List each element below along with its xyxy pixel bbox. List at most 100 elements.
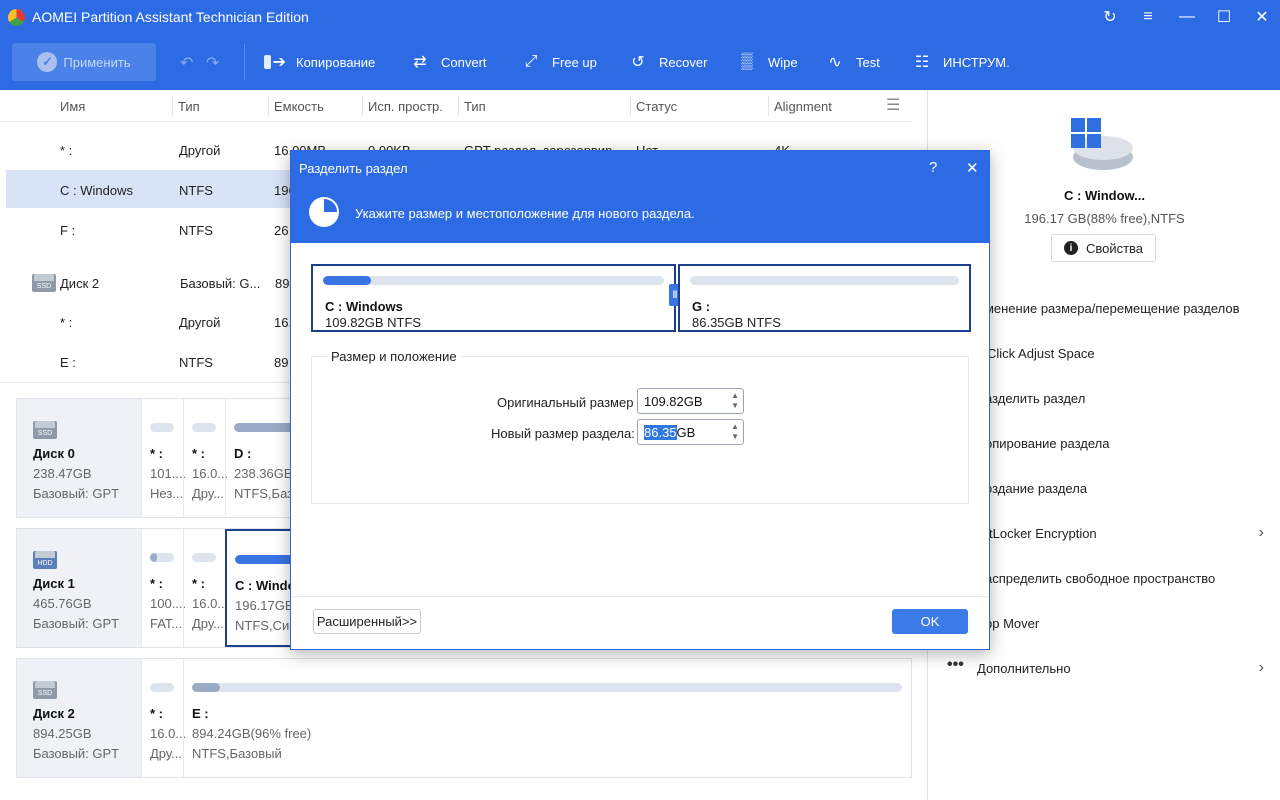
- column-header[interactable]: Исп. простр.: [368, 99, 443, 114]
- redo-icon[interactable]: ↷: [206, 53, 219, 73]
- help-icon[interactable]: ?: [929, 159, 937, 176]
- new-size-input[interactable]: 86.35GB: [644, 425, 695, 440]
- recover-button[interactable]: ↺ Recover: [627, 34, 707, 90]
- partition-usage-bar: [150, 683, 174, 692]
- row-name: C : Windows: [60, 183, 133, 198]
- partition-block[interactable]: * : 16.0... Дру...: [141, 659, 186, 777]
- row-capacity: 89: [274, 355, 289, 370]
- test-label: Test: [856, 54, 880, 70]
- row-type: Базовый: G...: [180, 276, 261, 291]
- close-button[interactable]: ✕: [1249, 5, 1275, 29]
- pie-chart-icon: [309, 197, 339, 227]
- new-size-stepper[interactable]: 86.35GB ▲ ▼: [637, 419, 744, 445]
- ssd-disk-icon: SSD: [33, 681, 57, 699]
- disk-size: 894.25GB: [33, 726, 92, 741]
- disk-type: Базовый: GPT: [33, 616, 120, 631]
- partition-preview-right[interactable]: G : 86.35GB NTFS: [678, 264, 971, 332]
- partition-type: Дру...: [192, 616, 224, 631]
- copy-icon: ➔: [264, 52, 286, 72]
- convert-icon: ⇄: [413, 54, 427, 71]
- partition-usage-bar: [192, 683, 902, 692]
- disk-type: Базовый: GPT: [33, 486, 120, 501]
- stepper-arrows-icon[interactable]: ▲ ▼: [731, 391, 739, 411]
- partition-size: 16.0...: [192, 466, 229, 481]
- original-size-label: Оригинальный размер: [497, 395, 634, 410]
- copy-label: Копирование: [296, 54, 376, 70]
- row-name: * :: [60, 315, 73, 330]
- column-divider: [458, 96, 459, 116]
- partition-usage-bar: [690, 276, 959, 285]
- advanced-button[interactable]: Расширенный>>: [313, 609, 421, 634]
- group-title: Размер и положение: [327, 349, 461, 364]
- dialog-header: Укажите размер и местоположение для ново…: [291, 185, 989, 243]
- column-header[interactable]: Тип: [178, 99, 200, 114]
- row-name: * :: [60, 143, 73, 158]
- partition-label: D :: [234, 446, 252, 461]
- partition-usage-bar: [150, 423, 174, 432]
- hdd-disk-icon: HDD: [33, 551, 57, 569]
- ssd-disk-icon: SSD: [33, 421, 57, 439]
- partition-label: * :: [150, 706, 163, 721]
- original-size-stepper[interactable]: 109.82GB ▲ ▼: [637, 388, 744, 414]
- partition-size: 238.36GB: [234, 466, 293, 481]
- partition-block[interactable]: * : 101.... Нез...: [141, 399, 186, 517]
- windows-disk-icon: [1071, 118, 1133, 174]
- column-header[interactable]: Емкость: [274, 99, 324, 114]
- op-label: зменение размера/перемещение разделов: [979, 301, 1240, 316]
- column-settings-icon[interactable]: ☰: [886, 95, 900, 115]
- apply-button[interactable]: ✓ Применить: [12, 43, 156, 81]
- column-divider: [768, 96, 769, 116]
- disk-info: SSD Диск 2 894.25GB Базовый: GPT: [17, 659, 141, 777]
- column-header[interactable]: Имя: [60, 99, 85, 114]
- wipe-button[interactable]: ▒ Wipe: [736, 34, 798, 90]
- copy-button[interactable]: ➔ Копирование: [264, 34, 375, 90]
- dialog-close-icon[interactable]: ✕: [966, 159, 979, 177]
- row-type: NTFS: [179, 223, 213, 238]
- partition-block[interactable]: * : 16.0... Дру...: [183, 529, 229, 647]
- column-header[interactable]: Alignment: [774, 99, 832, 114]
- stepper-arrows-icon[interactable]: ▲ ▼: [731, 422, 739, 442]
- partition-block[interactable]: * : 100.... FAT...: [141, 529, 187, 647]
- window-title: AOMEI Partition Assistant Technician Edi…: [32, 9, 309, 25]
- wipe-label: Wipe: [768, 54, 798, 70]
- test-button[interactable]: ∿ Test: [824, 34, 880, 90]
- partition-block[interactable]: * : 16.0... Дру...: [183, 399, 229, 517]
- original-size-value: 109.82GB: [644, 394, 703, 409]
- disk-name: Диск 2: [33, 706, 75, 721]
- convert-button[interactable]: ⇄ Convert: [409, 34, 486, 90]
- ok-button[interactable]: OK: [892, 609, 968, 634]
- dialog-instruction: Укажите размер и местоположение для ново…: [355, 206, 695, 221]
- free-up-icon: ⤢: [524, 53, 538, 70]
- undo-icon[interactable]: ↶: [180, 53, 193, 73]
- op-label: оздание раздела: [985, 481, 1088, 496]
- partition-block[interactable]: E : 894.24GB(96% free) NTFS,Базовый: [183, 659, 911, 777]
- column-divider: [362, 96, 363, 116]
- op-more[interactable]: ••• Дополнительно ›: [929, 647, 1280, 692]
- maximize-button[interactable]: ☐: [1211, 5, 1237, 29]
- disk-size: 238.47GB: [33, 466, 92, 481]
- disk-name: Диск 1: [33, 576, 75, 591]
- menu-icon[interactable]: ≡: [1135, 5, 1161, 29]
- partition-size: 109.82GB NTFS: [325, 315, 422, 330]
- properties-button[interactable]: i Свойства: [1051, 234, 1156, 262]
- column-header[interactable]: Тип: [464, 99, 486, 114]
- column-header[interactable]: Статус: [636, 99, 677, 114]
- chevron-right-icon: ›: [1258, 659, 1264, 676]
- recover-icon: ↺: [631, 54, 645, 71]
- disk-card[interactable]: SSD Диск 2 894.25GB Базовый: GPT * : 16.…: [16, 658, 912, 778]
- free-up-button[interactable]: ⤢ Free up: [520, 34, 597, 90]
- partition-size: 100....: [150, 596, 187, 611]
- minimize-button[interactable]: —: [1174, 5, 1200, 29]
- partition-type: Нез...: [150, 486, 184, 501]
- disk-type: Базовый: GPT: [33, 746, 120, 761]
- tools-button[interactable]: ☷ ИНСТРУМ.: [911, 34, 1010, 90]
- partition-usage-bar: [192, 553, 216, 562]
- partition-label: * :: [192, 576, 205, 591]
- partition-label: * :: [192, 446, 205, 461]
- partition-preview-left[interactable]: C : Windows 109.82GB NTFS: [311, 264, 676, 332]
- refresh-icon[interactable]: ↻: [1097, 5, 1123, 29]
- partition-size: 16.0...: [192, 596, 229, 611]
- op-label: азделить раздел: [985, 391, 1086, 406]
- wipe-icon: ▒: [741, 53, 753, 70]
- table-header: Имя Тип Емкость Исп. простр. Тип Статус …: [0, 90, 912, 122]
